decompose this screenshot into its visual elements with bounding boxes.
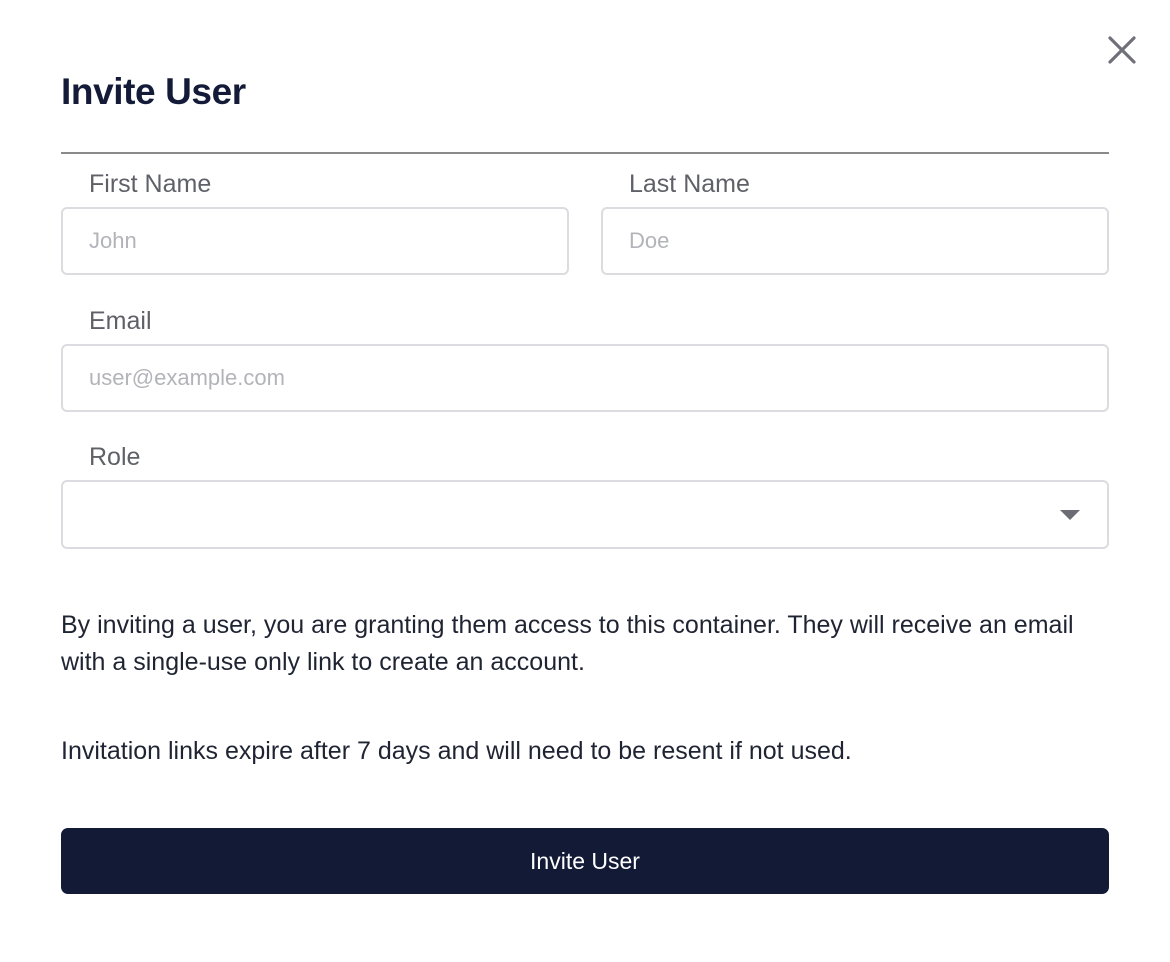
last-name-input[interactable] — [601, 207, 1109, 275]
access-notice: By inviting a user, you are granting the… — [61, 611, 1074, 676]
last-name-label: Last Name — [629, 170, 750, 198]
first-name-input[interactable] — [61, 207, 569, 275]
invite-user-dialog: Invite User First Name Last Name Email R… — [0, 0, 1170, 962]
invite-user-button[interactable]: Invite User — [61, 828, 1109, 894]
role-label: Role — [89, 443, 141, 471]
close-icon[interactable] — [1102, 30, 1142, 70]
first-name-label: First Name — [89, 170, 212, 198]
email-label: Email — [89, 307, 152, 335]
chevron-down-icon — [1060, 510, 1080, 520]
dialog-title: Invite User — [61, 71, 246, 112]
expiry-notice: Invitation links expire after 7 days and… — [61, 737, 852, 765]
email-input[interactable] — [61, 344, 1109, 412]
title-divider — [61, 152, 1109, 154]
role-select[interactable] — [61, 480, 1109, 549]
